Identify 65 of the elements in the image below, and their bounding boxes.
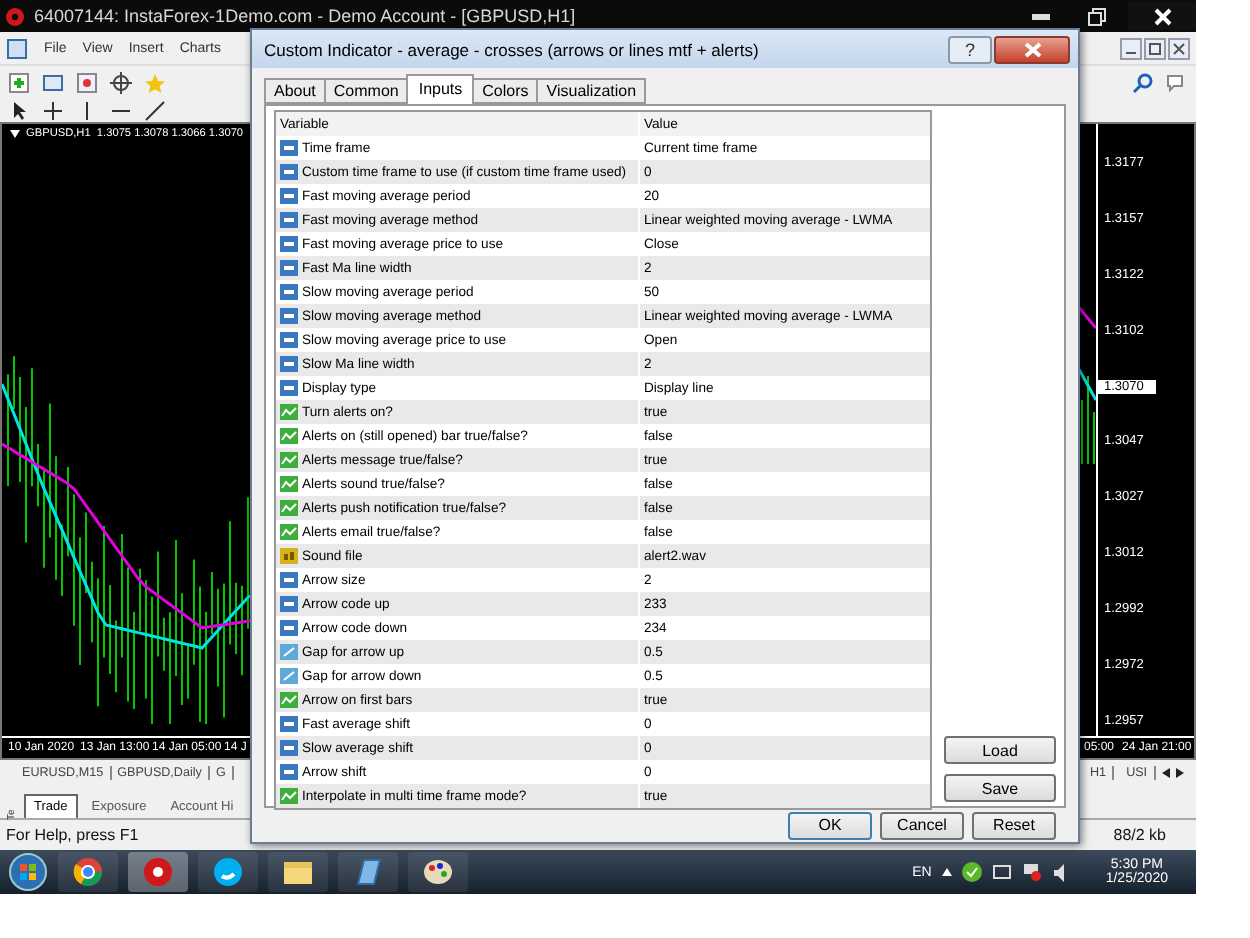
close-button[interactable] xyxy=(994,35,1070,63)
window-icon[interactable] xyxy=(42,71,64,93)
search-icon[interactable] xyxy=(1132,71,1154,93)
chat-icon[interactable] xyxy=(1166,71,1188,93)
restore-icon[interactable] xyxy=(1087,7,1105,25)
dialog-title: Custom Indicator - average - crosses (arrows or lines mtf + alerts) xyxy=(264,39,759,59)
text-icon xyxy=(280,548,298,564)
close-icon xyxy=(1023,41,1041,57)
browser-icon xyxy=(72,856,104,888)
start-icon[interactable] xyxy=(8,852,48,892)
dialog-button[interactable]: Reset xyxy=(972,811,1056,839)
caret-icon[interactable] xyxy=(10,130,20,138)
chart-doc-icon xyxy=(6,37,28,59)
star-icon[interactable] xyxy=(144,71,166,93)
dialog-tab[interactable]: About xyxy=(264,78,326,104)
dialog-tab[interactable]: Visualization xyxy=(536,78,647,104)
caret-icon[interactable] xyxy=(941,868,952,876)
dialog-tab[interactable]: Inputs xyxy=(406,74,475,104)
line-graph-icon xyxy=(280,428,298,444)
taskbar-app[interactable] xyxy=(128,852,188,892)
window-title: 64007144: InstaForex-1Demo.com - Demo Account - [GBPUSD,H1] xyxy=(34,6,576,26)
minimize-icon[interactable] xyxy=(1120,37,1142,59)
line-graph-icon xyxy=(280,404,298,420)
trendline-icon[interactable] xyxy=(144,99,166,121)
cursor-icon[interactable] xyxy=(8,99,30,121)
restore-icon[interactable] xyxy=(1144,37,1166,59)
dialog-tab[interactable]: Common xyxy=(323,78,409,104)
traffic-text: 88/2 kb xyxy=(1113,826,1166,844)
folder-icon xyxy=(282,858,314,886)
line-graph-icon xyxy=(280,788,298,804)
crosshair-icon[interactable] xyxy=(42,99,64,121)
line-graph-icon xyxy=(280,524,298,540)
crosshair-icon[interactable] xyxy=(110,71,132,93)
moving-average-line xyxy=(1076,363,1096,401)
fraction-icon xyxy=(280,668,298,684)
document-icon xyxy=(352,858,384,886)
close-icon[interactable] xyxy=(1168,37,1190,59)
taskbar-app[interactable] xyxy=(58,852,118,892)
fraction-icon xyxy=(280,644,298,660)
moving-average-line xyxy=(1076,303,1096,329)
dialog-button[interactable]: Cancel xyxy=(880,811,964,839)
candlestick-series xyxy=(1081,375,1095,465)
side-button[interactable]: Load xyxy=(944,736,1056,764)
status-text: For Help, press F1 xyxy=(6,826,139,844)
flag-icon[interactable] xyxy=(1021,862,1042,882)
line-graph-icon xyxy=(280,692,298,708)
taskbar-app[interactable] xyxy=(338,852,398,892)
dialog-button[interactable]: OK xyxy=(788,811,872,839)
line-graph-icon xyxy=(280,500,298,516)
check-icon[interactable] xyxy=(961,862,982,882)
taskbar-app[interactable] xyxy=(198,852,258,892)
side-button[interactable]: Save xyxy=(944,774,1056,802)
minimize-icon[interactable] xyxy=(1031,13,1049,19)
speaker-icon[interactable] xyxy=(1051,863,1068,881)
monitor-icon[interactable] xyxy=(991,863,1012,881)
navigator-icon[interactable] xyxy=(76,71,98,93)
line-graph-icon xyxy=(280,476,298,492)
taskbar-app[interactable] xyxy=(408,852,468,892)
scroll-right-icon[interactable] xyxy=(1175,768,1184,778)
scroll-left-icon[interactable] xyxy=(1161,768,1170,778)
help-button[interactable]: ? xyxy=(948,35,992,63)
line-graph-icon xyxy=(280,452,298,468)
palette-icon xyxy=(422,858,454,886)
dialog-tab[interactable]: Colors xyxy=(472,78,539,104)
taskbar-app[interactable] xyxy=(268,852,328,892)
